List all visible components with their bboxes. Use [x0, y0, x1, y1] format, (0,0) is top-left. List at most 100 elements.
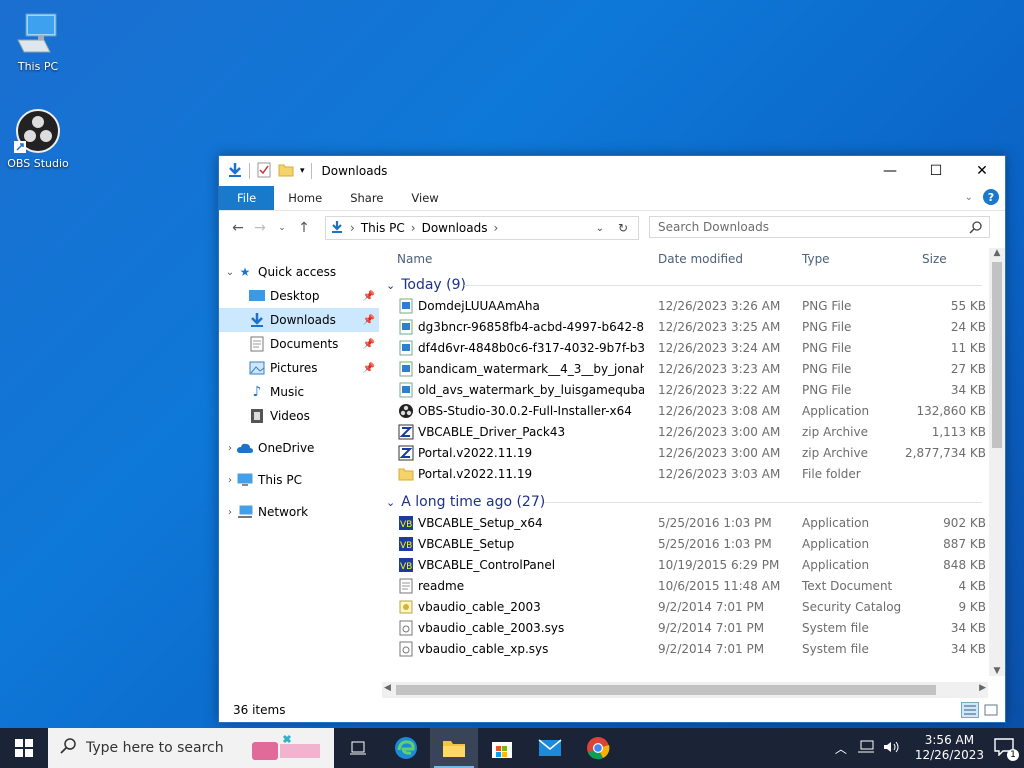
column-header-size[interactable]: Size — [922, 252, 947, 266]
forward-arrow-icon[interactable]: → — [249, 220, 271, 236]
taskbar-search-box[interactable]: Type here to search — [48, 728, 334, 768]
task-view-button[interactable] — [334, 728, 382, 768]
breadcrumb-separator-icon[interactable]: › — [350, 221, 355, 235]
search-input[interactable]: Search Downloads — [658, 220, 769, 234]
tab-file[interactable]: File — [219, 186, 275, 210]
nav-quick-access[interactable]: ⌄ ★ Quick access — [219, 260, 379, 284]
nav-downloads[interactable]: Downloads 📌 — [219, 308, 379, 332]
vertical-scrollbar[interactable]: ▲ ▼ — [989, 248, 1005, 676]
horizontal-scrollbar[interactable]: ◀ ▶ — [382, 682, 988, 698]
file-row[interactable]: Portal.v2022.11.19 12/26/2023 3:03 AM File… — [382, 464, 1002, 485]
pin-icon[interactable]: 📌 — [363, 339, 375, 350]
expand-arrow-icon[interactable]: ⌄ — [223, 267, 237, 278]
up-arrow-icon[interactable]: ↑ — [293, 220, 315, 236]
clock[interactable]: 3:56 AM 12/26/2023 — [915, 733, 984, 763]
recent-locations-icon[interactable]: ⌄ — [271, 223, 293, 233]
pin-icon[interactable]: 📌 — [363, 315, 375, 326]
group-header-today[interactable]: ⌄ Today (9) — [382, 274, 1002, 296]
start-button[interactable] — [0, 728, 48, 768]
properties-icon[interactable] — [256, 162, 272, 181]
tab-share[interactable]: Share — [336, 186, 397, 210]
breadcrumb-downloads[interactable]: Downloads — [422, 221, 488, 235]
file-row[interactable]: DomdejLUUAAmAha 12/26/2023 3:26 AM PNG Fil… — [382, 296, 1002, 317]
music-icon: ♪ — [252, 384, 262, 400]
details-view-icon[interactable] — [961, 702, 979, 721]
refresh-icon[interactable]: ↻ — [618, 221, 628, 235]
nav-music[interactable]: ♪ Music — [219, 380, 379, 404]
show-hidden-icons-icon[interactable]: ︿ — [835, 740, 847, 757]
network-status-icon[interactable] — [857, 740, 875, 757]
collapse-chevron-icon[interactable]: ⌄ — [386, 279, 395, 292]
file-row[interactable]: VB VBCABLE_ControlPanel 10/19/2015 6:29 PM… — [382, 555, 1002, 576]
tab-home[interactable]: Home — [274, 186, 336, 210]
nav-network[interactable]: › Network — [219, 500, 379, 524]
notification-center-icon[interactable]: 1 — [994, 737, 1019, 761]
file-row[interactable]: bandicam_watermark__4_3__by_jonahca... 12… — [382, 359, 1002, 380]
taskbar-file-explorer[interactable] — [430, 728, 478, 768]
file-row[interactable]: vbaudio_cable_2003.sys 9/2/2014 7:01 PM Sy… — [382, 618, 1002, 639]
maximize-button[interactable]: ☐ — [913, 156, 959, 186]
nav-documents[interactable]: Documents 📌 — [219, 332, 379, 356]
taskbar-store[interactable] — [478, 728, 526, 768]
title-bar[interactable]: ▾ Downloads — ☐ ✕ — [219, 156, 1005, 186]
expand-ribbon-icon[interactable]: ⌄ — [965, 192, 973, 203]
file-row[interactable]: vbaudio_cable_xp.sys 9/2/2014 7:01 PM Syst… — [382, 639, 1002, 660]
minimize-button[interactable]: — — [867, 156, 913, 186]
file-row[interactable]: VB VBCABLE_Setup_x64 5/25/2016 1:03 PM Appl… — [382, 513, 1002, 534]
taskbar-search-input[interactable]: Type here to search — [86, 740, 224, 756]
file-row[interactable]: OBS-Studio-30.0.2-Full-Installer-x64 12/2… — [382, 401, 1002, 422]
column-header-type[interactable]: Type — [802, 252, 830, 266]
nav-this-pc[interactable]: › This PC — [219, 468, 379, 492]
volume-icon[interactable] — [883, 740, 901, 757]
desktop-icon-obs-studio[interactable]: OBS Studio — [0, 107, 76, 170]
expand-arrow-icon[interactable]: › — [223, 443, 237, 454]
file-row[interactable]: df4d6vr-4848b0c6-f317-4032-9b7f-b3645...… — [382, 338, 1002, 359]
search-icon[interactable] — [969, 220, 983, 237]
file-row[interactable]: VB VBCABLE_Setup 5/25/2016 1:03 PM Applicat… — [382, 534, 1002, 555]
back-arrow-icon[interactable]: ← — [227, 220, 249, 236]
file-row[interactable]: Portal.v2022.11.19 12/26/2023 3:00 AM zip … — [382, 443, 1002, 464]
group-header-long-ago[interactable]: ⌄ A long time ago (27) — [382, 491, 1002, 513]
breadcrumb-separator-icon[interactable]: › — [411, 221, 416, 235]
pin-icon[interactable]: 📌 — [363, 291, 375, 302]
expand-arrow-icon[interactable]: › — [223, 507, 237, 518]
breadcrumb-this-pc[interactable]: This PC — [361, 221, 405, 235]
taskbar-edge[interactable] — [382, 728, 430, 768]
nav-videos[interactable]: Videos — [219, 404, 379, 428]
column-header-name[interactable]: Name — [397, 252, 432, 266]
column-header-date[interactable]: Date modified — [658, 252, 743, 266]
nav-pictures[interactable]: Pictures 📌 — [219, 356, 379, 380]
search-highlight-icon[interactable] — [250, 734, 324, 766]
nav-onedrive[interactable]: › OneDrive — [219, 436, 379, 460]
tab-view[interactable]: View — [397, 186, 452, 210]
taskbar-mail[interactable] — [526, 728, 574, 768]
expand-arrow-icon[interactable]: › — [223, 475, 237, 486]
address-bar[interactable]: › This PC › Downloads › ⌄ ↻ — [325, 216, 639, 240]
file-row[interactable]: readme 10/6/2015 11:48 AM Text Document 4 K… — [382, 576, 1002, 597]
pin-icon[interactable]: 📌 — [363, 363, 375, 374]
large-icons-view-icon[interactable] — [983, 702, 999, 721]
file-row[interactable]: dg3bncr-96858fb4-acbd-4997-b642-88d6... 1… — [382, 317, 1002, 338]
scroll-right-icon[interactable]: ▶ — [979, 683, 986, 693]
address-dropdown-icon[interactable]: ⌄ — [596, 223, 604, 234]
scroll-up-icon[interactable]: ▲ — [989, 248, 1005, 258]
breadcrumb-separator-icon[interactable]: › — [493, 221, 498, 235]
horizontal-scroll-thumb[interactable] — [396, 685, 936, 695]
taskbar-chrome[interactable] — [574, 728, 622, 768]
new-folder-icon[interactable] — [278, 162, 294, 181]
close-button[interactable]: ✕ — [959, 156, 1005, 186]
file-row[interactable]: vbaudio_cable_2003 9/2/2014 7:01 PM Securi… — [382, 597, 1002, 618]
collapse-chevron-icon[interactable]: ⌄ — [386, 496, 395, 509]
scroll-left-icon[interactable]: ◀ — [384, 683, 391, 693]
scroll-down-icon[interactable]: ▼ — [989, 666, 1005, 676]
help-icon[interactable]: ? — [983, 189, 999, 205]
file-row[interactable]: VBCABLE_Driver_Pack43 12/26/2023 3:00 AM z… — [382, 422, 1002, 443]
nav-desktop[interactable]: Desktop 📌 — [219, 284, 379, 308]
customize-quick-access-icon[interactable]: ▾ — [300, 166, 305, 176]
search-box[interactable]: Search Downloads — [649, 216, 990, 238]
vertical-scroll-thumb[interactable] — [992, 262, 1002, 448]
file-row[interactable]: old_avs_watermark_by_luisgamequbacha... 1… — [382, 380, 1002, 401]
download-arrow-icon[interactable] — [227, 162, 243, 181]
desktop-icon-this-pc[interactable]: This PC — [0, 10, 76, 73]
file-type: zip Archive — [802, 425, 868, 439]
